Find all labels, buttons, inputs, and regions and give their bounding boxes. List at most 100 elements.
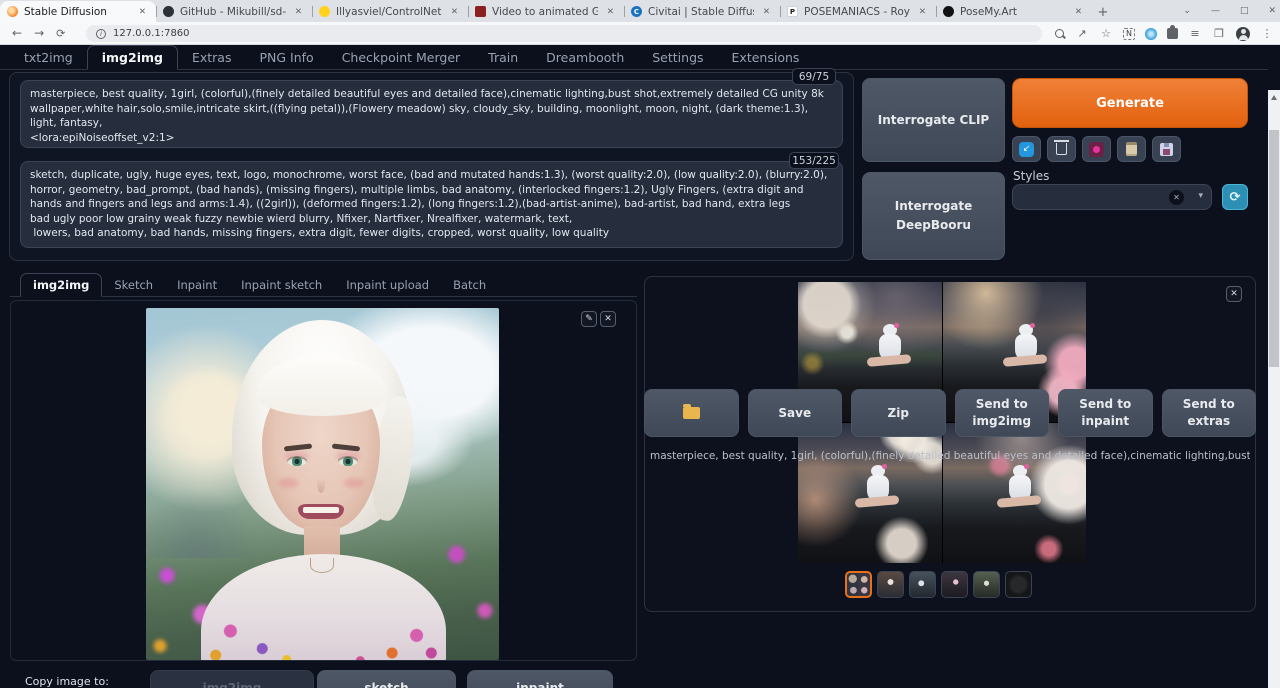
source-image[interactable] bbox=[146, 308, 499, 660]
negative-prompt-token-counter: 153/225 bbox=[789, 152, 839, 169]
browser-tab-controlnet[interactable]: Illyasviel/ControlNet at main ✕ bbox=[312, 1, 468, 22]
extensions-puzzle-icon[interactable] bbox=[1167, 28, 1178, 39]
tab-png-info[interactable]: PNG Info bbox=[245, 46, 327, 69]
tab-img2img[interactable]: img2img bbox=[87, 45, 178, 70]
floppy-disk-icon bbox=[1160, 143, 1173, 156]
folder-icon bbox=[683, 407, 700, 419]
thumbnail-5[interactable] bbox=[973, 571, 1000, 598]
tab-img2img-mode[interactable]: img2img bbox=[20, 273, 102, 297]
tab-close-icon[interactable]: ✕ bbox=[292, 6, 305, 18]
tab-close-icon[interactable]: ✕ bbox=[1072, 6, 1085, 18]
profile-avatar[interactable] bbox=[1236, 27, 1250, 41]
copy-to-img2img-button[interactable]: img2img bbox=[150, 670, 314, 688]
scrollbar-thumb[interactable] bbox=[1269, 130, 1279, 367]
new-tab-button[interactable]: + bbox=[1092, 2, 1114, 22]
interrogate-clip-button[interactable]: Interrogate CLIP bbox=[862, 78, 1005, 162]
tab-close-icon[interactable]: ✕ bbox=[448, 6, 461, 18]
styles-refresh-button[interactable]: ⟳ bbox=[1222, 184, 1248, 210]
prompt-token-counter: 69/75 bbox=[792, 68, 836, 85]
tab-inpaint-upload[interactable]: Inpaint upload bbox=[334, 274, 441, 296]
main-tab-bar: txt2img img2img Extras PNG Info Checkpoi… bbox=[0, 48, 1268, 70]
gallery-image-4[interactable] bbox=[943, 423, 1087, 563]
send-to-img2img-button[interactable]: Send to img2img bbox=[955, 389, 1050, 437]
negative-prompt-input[interactable]: sketch, duplicate, ugly, huge eyes, text… bbox=[20, 161, 843, 248]
extension-n-icon[interactable]: N bbox=[1123, 28, 1135, 40]
share-icon[interactable]: ↗ bbox=[1075, 27, 1089, 40]
browser-tab-github[interactable]: GitHub - Mikubill/sd-webui-con ✕ bbox=[156, 1, 312, 22]
image-tools: ✎ ✕ bbox=[581, 311, 616, 327]
tab-inpaint-sketch[interactable]: Inpaint sketch bbox=[229, 274, 334, 296]
tab-close-icon[interactable]: ✕ bbox=[604, 6, 617, 18]
open-folder-button[interactable] bbox=[644, 389, 739, 437]
tab-sketch[interactable]: Sketch bbox=[102, 274, 165, 296]
tab-close-icon[interactable]: ✕ bbox=[916, 6, 929, 18]
save-style-button[interactable] bbox=[1152, 136, 1181, 162]
extension-blue-icon[interactable] bbox=[1145, 28, 1157, 40]
bookmark-star-icon[interactable]: ☆ bbox=[1099, 27, 1113, 40]
back-icon[interactable]: ← bbox=[12, 26, 22, 40]
interrogate-deepbooru-button[interactable]: Interrogate DeepBooru bbox=[862, 172, 1005, 260]
tab-title: PoseMy.Art bbox=[960, 6, 1066, 18]
thumbnail-3[interactable] bbox=[909, 571, 936, 598]
tab-title: Video to animated GIF converter bbox=[492, 6, 598, 18]
zoom-icon[interactable] bbox=[1055, 29, 1065, 39]
copy-to-sketch-button[interactable]: sketch bbox=[317, 670, 456, 688]
window-controls: ⌄ — □ ✕ bbox=[1183, 0, 1276, 22]
tab-title: Illyasviel/ControlNet at main bbox=[336, 6, 442, 18]
send-to-extras-button[interactable]: Send to extras bbox=[1162, 389, 1257, 437]
tab-settings[interactable]: Settings bbox=[638, 46, 717, 69]
prompt-input[interactable]: masterpiece, best quality, 1girl, (color… bbox=[20, 80, 843, 148]
browser-tab-gif-converter[interactable]: Video to animated GIF converter ✕ bbox=[468, 1, 624, 22]
remove-image-icon[interactable]: ✕ bbox=[600, 311, 616, 327]
tab-inpaint[interactable]: Inpaint bbox=[165, 274, 229, 296]
output-gallery-panel: ✕ bbox=[644, 276, 1256, 612]
tab-train[interactable]: Train bbox=[474, 46, 532, 69]
apply-styles-button[interactable] bbox=[1117, 136, 1146, 162]
generate-button[interactable]: Generate bbox=[1012, 78, 1248, 128]
tab-txt2img[interactable]: txt2img bbox=[10, 46, 87, 69]
thumbnail-1-selected[interactable] bbox=[845, 571, 872, 598]
scrollbar-up-arrow[interactable] bbox=[1271, 95, 1277, 100]
browser-tab-stable-diffusion[interactable]: Stable Diffusion ✕ bbox=[0, 1, 156, 22]
browser-tab-posemyart[interactable]: PoseMy.Art ✕ bbox=[936, 1, 1092, 22]
browser-tab-civitai[interactable]: C Civitai | Stable Diffusion model ✕ bbox=[624, 1, 780, 22]
tab-checkpoint-merger[interactable]: Checkpoint Merger bbox=[328, 46, 474, 69]
send-to-inpaint-button[interactable]: Send to inpaint bbox=[1058, 389, 1153, 437]
styles-clear-icon[interactable]: ✕ bbox=[1169, 190, 1184, 205]
thumbnail-4[interactable] bbox=[941, 571, 968, 598]
extra-networks-button[interactable] bbox=[1082, 136, 1111, 162]
browser-tab-posemaniacs[interactable]: P POSEMANIACS - Royalty free 3 ✕ bbox=[780, 1, 936, 22]
maximize-icon[interactable]: □ bbox=[1240, 7, 1249, 16]
clear-prompt-button[interactable] bbox=[1047, 136, 1076, 162]
gallery-image-3[interactable] bbox=[798, 423, 942, 563]
thumbnail-2[interactable] bbox=[877, 571, 904, 598]
minimize-icon[interactable]: — bbox=[1211, 7, 1220, 16]
tab-search-icon[interactable]: ⌄ bbox=[1183, 7, 1191, 16]
posemyart-favicon bbox=[943, 6, 954, 17]
browser-menu-icon[interactable]: ⋮ bbox=[1260, 27, 1274, 40]
address-bar[interactable]: i 127.0.0.1:7860 bbox=[86, 25, 1042, 42]
read-parameters-button[interactable]: ↙ bbox=[1012, 136, 1041, 162]
clipboard-icon bbox=[1126, 142, 1137, 156]
site-info-icon[interactable]: i bbox=[96, 29, 106, 39]
reload-icon[interactable]: ⟳ bbox=[56, 27, 65, 40]
thumbnail-6[interactable] bbox=[1005, 571, 1032, 598]
styles-dropdown[interactable]: ✕ ▾ bbox=[1012, 184, 1212, 210]
tab-close-icon[interactable]: ✕ bbox=[760, 6, 773, 18]
tab-extras[interactable]: Extras bbox=[178, 46, 246, 69]
close-window-icon[interactable]: ✕ bbox=[1268, 7, 1276, 16]
gallery-close-icon[interactable]: ✕ bbox=[1226, 286, 1242, 302]
save-button[interactable]: Save bbox=[748, 389, 843, 437]
github-favicon bbox=[163, 6, 174, 17]
tab-extensions[interactable]: Extensions bbox=[718, 46, 814, 69]
edit-image-icon[interactable]: ✎ bbox=[581, 311, 597, 327]
side-panel-icon[interactable]: ❐ bbox=[1212, 27, 1226, 40]
tab-dreambooth[interactable]: Dreambooth bbox=[532, 46, 638, 69]
copy-to-inpaint-button[interactable]: inpaint bbox=[467, 670, 613, 688]
tab-close-icon[interactable]: ✕ bbox=[136, 6, 149, 18]
reading-list-icon[interactable]: ≡ bbox=[1188, 27, 1202, 40]
screen: Stable Diffusion ✕ GitHub - Mikubill/sd-… bbox=[0, 0, 1280, 688]
tab-batch[interactable]: Batch bbox=[441, 274, 498, 296]
zip-button[interactable]: Zip bbox=[851, 389, 946, 437]
forward-icon[interactable]: → bbox=[34, 26, 44, 40]
